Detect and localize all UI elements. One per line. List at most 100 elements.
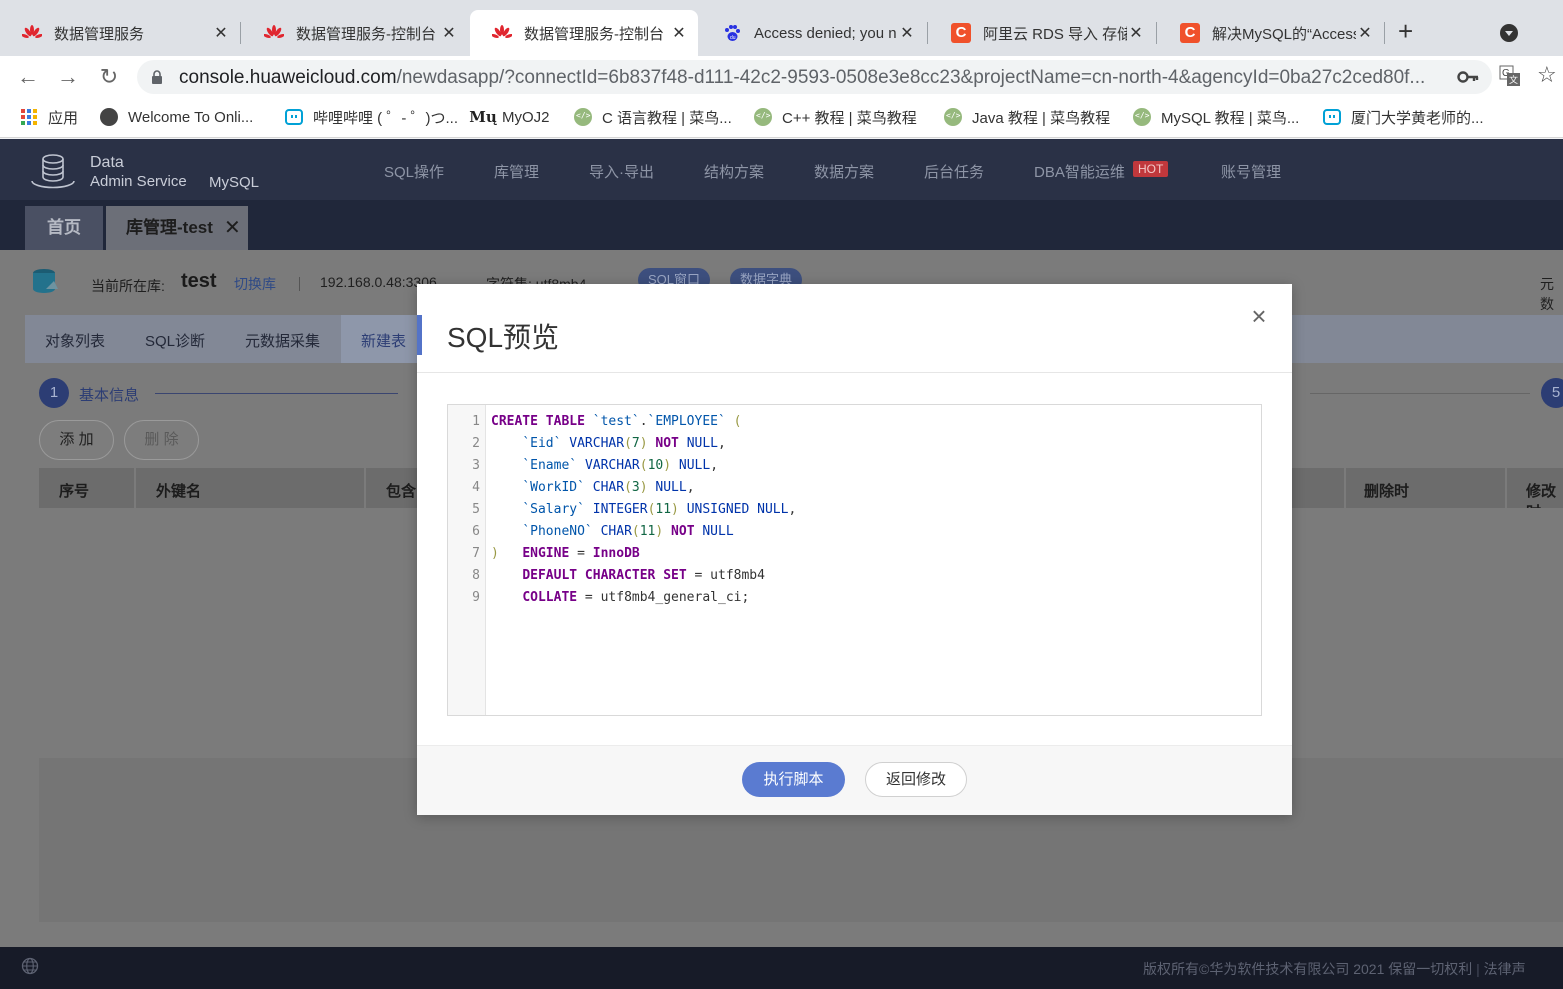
subnav-sql-diagnosis[interactable]: SQL诊断 xyxy=(145,330,205,351)
nav-data-plan[interactable]: 数据方案 xyxy=(814,161,874,182)
language-globe-icon[interactable] xyxy=(21,957,39,975)
sql-preview-dialog: SQL预览 × 1 2 3 4 5 6 7 8 9 CREATE TABLE `… xyxy=(417,284,1292,815)
tab-search-icon[interactable] xyxy=(1500,24,1518,42)
sql-line-7: ) ENGINE = InnoDB xyxy=(491,546,640,561)
column-header-on-delete: 删除时 xyxy=(1364,483,1410,500)
nav-sql-operation[interactable]: SQL操作 xyxy=(384,161,444,182)
bookmark-apps[interactable]: 应用 xyxy=(20,106,78,128)
subnav-object-list[interactable]: 对象列表 xyxy=(45,330,105,351)
nav-schema-plan[interactable]: 结构方案 xyxy=(704,161,764,182)
runoob-icon xyxy=(1133,108,1151,126)
browser-tab-3-active[interactable]: 数据管理服务-控制台 ✕ xyxy=(470,10,698,56)
address-bar[interactable]: console.huaweicloud.com/newdasapp/?conne… xyxy=(137,60,1492,94)
subnav-new-table[interactable]: 新建表 xyxy=(361,330,406,351)
tab-title: 数据管理服务 xyxy=(54,25,145,43)
browser-tab-2[interactable]: 数据管理服务-控制台 ✕ xyxy=(242,10,468,56)
column-header-fk-name: 外键名 xyxy=(156,483,202,500)
metadata-link[interactable]: 元数 xyxy=(1540,274,1563,314)
svg-text:du: du xyxy=(730,35,736,41)
browser-tab-1[interactable]: 数据管理服务 ✕ xyxy=(0,10,240,56)
line-number: 3 xyxy=(472,458,480,473)
close-icon[interactable]: ✕ xyxy=(670,23,688,43)
runoob-icon xyxy=(754,108,772,126)
huawei-logo-icon xyxy=(492,23,512,43)
myoj-icon: Mų xyxy=(469,108,497,126)
back-to-edit-button[interactable]: 返回修改 xyxy=(865,762,967,797)
csdn-logo-icon: C xyxy=(1180,23,1200,43)
bookmark-runoob-mysql[interactable]: MySQL 教程 | 菜鸟... xyxy=(1133,106,1299,128)
bookmark-runoob-c[interactable]: C 语言教程 | 菜鸟... xyxy=(574,106,732,128)
divider xyxy=(417,372,1292,373)
close-icon[interactable]: × xyxy=(1247,303,1271,329)
bookmarks-bar: 应用 Welcome To Onli... 哔哩哔哩 ( ゜- ゜)つ... M… xyxy=(0,98,1563,138)
column-separator xyxy=(364,468,366,508)
tab-title: 数据管理服务-控制台 xyxy=(296,25,436,43)
column-separator xyxy=(1344,468,1346,508)
line-number: 2 xyxy=(472,436,480,451)
nav-background-tasks[interactable]: 后台任务 xyxy=(924,161,984,182)
nav-db-management[interactable]: 库管理 xyxy=(494,161,539,182)
page-footer: 版权所有©华为软件技术有限公司 2021 保留一切权利 | 法律声 xyxy=(0,947,1563,989)
bookmark-xmu[interactable]: 厦门大学黄老师的... xyxy=(1323,106,1484,128)
line-number: 8 xyxy=(472,568,480,583)
huawei-logo-icon xyxy=(264,23,284,43)
bookmark-bilibili[interactable]: 哔哩哔哩 ( ゜- ゜)つ... xyxy=(285,106,458,128)
nav-account-management[interactable]: 账号管理 xyxy=(1221,161,1281,182)
close-icon[interactable]: ✕ xyxy=(1127,23,1145,43)
nav-dba-ops[interactable]: DBA智能运维 xyxy=(1034,161,1125,182)
csdn-logo-icon: C xyxy=(951,23,971,43)
execute-script-button[interactable]: 执行脚本 xyxy=(742,762,845,797)
sql-line-4: `WorkID` CHAR(3) NULL, xyxy=(522,480,695,495)
new-tab-button[interactable]: + xyxy=(1398,18,1413,44)
browser-tab-6[interactable]: C 解决MySQL的“Access ✕ xyxy=(1158,10,1384,56)
line-number: 5 xyxy=(472,502,480,517)
translate-icon[interactable]: G文 xyxy=(1498,64,1522,88)
apps-grid-icon xyxy=(20,108,38,126)
legal-link[interactable]: 法律声 xyxy=(1484,961,1526,977)
line-number: 7 xyxy=(472,546,480,561)
browser-tab-4[interactable]: du Access denied; you n ✕ xyxy=(700,10,926,56)
sql-line-3: `Ename` VARCHAR(10) NULL, xyxy=(522,458,719,473)
reload-icon[interactable]: ↻ xyxy=(94,62,124,92)
page-tab-home[interactable]: 首页 xyxy=(25,206,103,250)
bookmark-label: 厦门大学黄老师的... xyxy=(1351,109,1484,127)
nav-import-export[interactable]: 导入·导出 xyxy=(589,161,654,182)
footer-copyright: 版权所有©华为软件技术有限公司 2021 保留一切权利 | 法律声 xyxy=(1143,961,1526,977)
bookmark-label: 哔哩哔哩 ( ゜- ゜)つ... xyxy=(313,109,458,127)
bookmark-label: C++ 教程 | 菜鸟教程 xyxy=(782,109,917,127)
bookmark-runoob-cpp[interactable]: C++ 教程 | 菜鸟教程 xyxy=(754,106,917,128)
browser-tab-5[interactable]: C 阿里云 RDS 导入 存储 ✕ xyxy=(929,10,1155,56)
close-icon[interactable]: ✕ xyxy=(212,23,230,43)
tab-title: Access denied; you n xyxy=(754,24,897,42)
huawei-logo-icon xyxy=(22,23,42,43)
logo-text-line2: Admin Service xyxy=(90,173,187,190)
url-text[interactable]: console.huaweicloud.com/newdasapp/?conne… xyxy=(179,67,1439,89)
tab-separator xyxy=(1156,22,1157,44)
close-icon[interactable]: ✕ xyxy=(224,206,241,250)
svg-text:文: 文 xyxy=(1509,74,1518,85)
column-separator xyxy=(134,468,136,508)
bookmark-star-icon[interactable]: ☆ xyxy=(1537,62,1557,88)
add-button[interactable]: 添 加 xyxy=(39,420,114,460)
close-icon[interactable]: ✕ xyxy=(440,23,458,43)
bookmark-label: C 语言教程 | 菜鸟... xyxy=(602,109,732,127)
bookmark-myoj[interactable]: Mų MyOJ2 xyxy=(469,106,549,128)
page-tab-db-management[interactable]: 库管理-test ✕ xyxy=(106,206,248,250)
step-1-label: 基本信息 xyxy=(79,387,140,404)
subnav-metadata-collection[interactable]: 元数据采集 xyxy=(245,330,320,351)
bookmark-label: Java 教程 | 菜鸟教程 xyxy=(972,109,1111,127)
sql-line-2: `Eid` VARCHAR(7) NOT NULL, xyxy=(522,436,726,451)
key-icon[interactable] xyxy=(1457,66,1479,88)
bookmark-label: 应用 xyxy=(48,109,79,127)
bookmark-welcome[interactable]: Welcome To Onli... xyxy=(100,106,253,128)
close-icon[interactable]: ✕ xyxy=(1356,23,1374,43)
browser-tab-strip: 数据管理服务 ✕ 数据管理服务-控制台 ✕ 数据管理服务-控制台 ✕ du Ac… xyxy=(0,0,1563,56)
sql-code-editor[interactable]: 1 2 3 4 5 6 7 8 9 CREATE TABLE `test`.`E… xyxy=(447,404,1262,716)
back-arrow-icon[interactable]: ← xyxy=(13,62,43,92)
close-icon[interactable]: ✕ xyxy=(898,23,916,43)
switch-db-link[interactable]: 切换库 xyxy=(234,274,276,294)
forward-arrow-icon[interactable]: → xyxy=(53,62,83,92)
bookmark-runoob-java[interactable]: Java 教程 | 菜鸟教程 xyxy=(944,106,1110,128)
step-connector xyxy=(155,393,398,394)
delete-button[interactable]: 删 除 xyxy=(124,420,199,460)
